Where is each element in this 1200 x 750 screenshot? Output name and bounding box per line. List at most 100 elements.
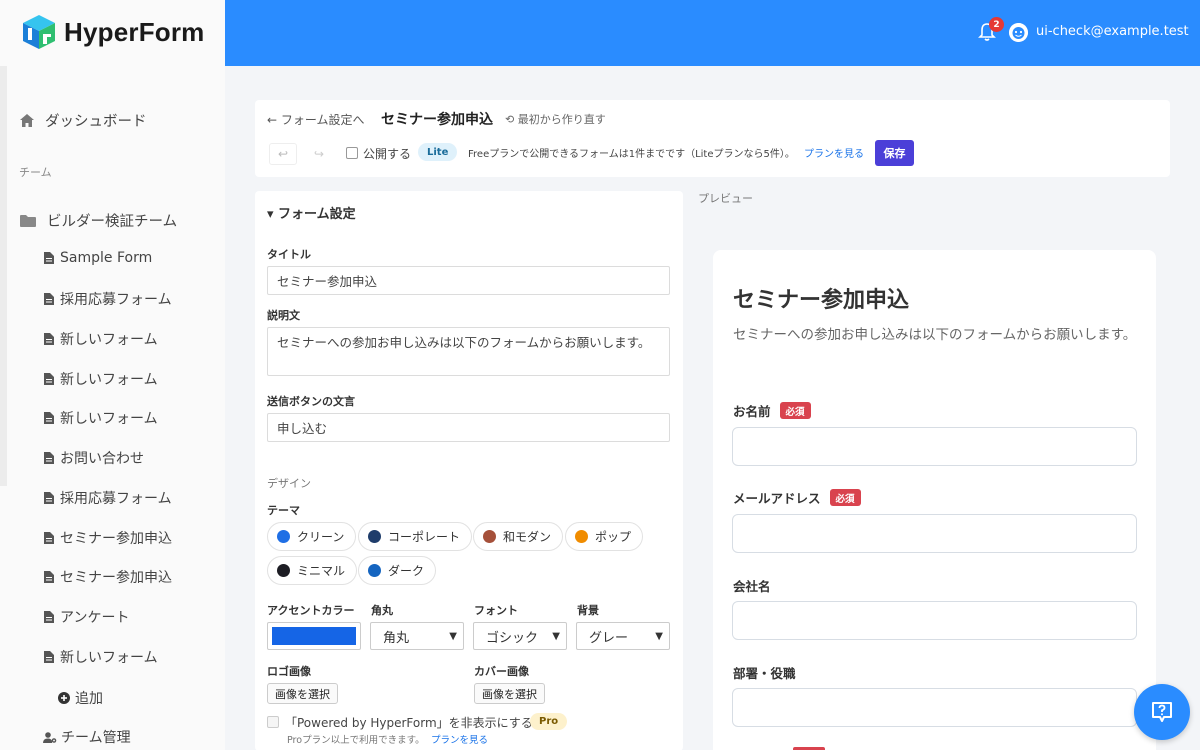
restart-link[interactable]: ⟲ 最初から作り直す — [505, 111, 606, 127]
radius-label: 角丸 — [371, 604, 393, 617]
page-title: セミナー参加申込 — [381, 112, 493, 128]
required-badge: 必須 — [779, 402, 811, 419]
pro-plans-link[interactable]: プランを見る — [431, 732, 488, 746]
sidebar-item-form[interactable]: アンケート — [44, 607, 129, 627]
theme-chip-clean[interactable]: クリーン — [267, 522, 357, 551]
document-icon — [44, 452, 54, 464]
preview-field-label: 部署・役職 — [733, 663, 796, 682]
preview-title: セミナー参加申込 — [733, 288, 910, 313]
accent-color-label: アクセントカラー — [267, 604, 355, 617]
preview-company-input[interactable] — [732, 601, 1137, 640]
description-label: 説明文 — [267, 309, 300, 322]
sidebar-item-label: お問い合わせ — [60, 451, 144, 467]
publish-checkbox[interactable] — [346, 147, 358, 159]
theme-chip-minimal[interactable]: ミニマル — [267, 556, 358, 585]
field-name: メールアドレス — [733, 491, 821, 506]
theme-chip-pop[interactable]: ポップ — [565, 522, 644, 551]
sidebar-item-form[interactable]: お問い合わせ — [44, 448, 144, 468]
pro-badge: Pro — [530, 713, 568, 730]
sidebar-item-team[interactable]: ビルダー検証チーム — [19, 210, 177, 231]
theme-chip-dark[interactable]: ダーク — [358, 556, 437, 585]
pro-note: Proプラン以上で利用できます。 — [287, 735, 425, 746]
preview-email-input[interactable] — [732, 514, 1137, 553]
sidebar-item-label: セミナー参加申込 — [60, 531, 172, 547]
preview-department-input[interactable] — [732, 688, 1137, 727]
sidebar-item-form[interactable]: 新しいフォーム — [44, 329, 158, 349]
sidebar-item-label: 新しいフォーム — [60, 411, 158, 427]
cover-select-button[interactable]: 画像を選択 — [474, 683, 545, 704]
submit-text-label: 送信ボタンの文言 — [267, 395, 355, 408]
plan-badge: Lite — [418, 143, 458, 161]
logo-select-button[interactable]: 画像を選択 — [267, 683, 338, 704]
hyperform-logo-icon — [23, 15, 55, 49]
radius-select-value: 角丸 — [383, 630, 410, 646]
publish-label[interactable]: 公開する — [363, 145, 411, 162]
submit-text-input[interactable]: 申し込む — [267, 413, 670, 442]
description-textarea[interactable]: セミナーへの参加お申し込みは以下のフォームからお願いします。 — [267, 327, 670, 376]
user-avatar-icon[interactable] — [1009, 23, 1028, 42]
theme-color-dot — [368, 530, 381, 543]
document-icon — [44, 412, 54, 424]
document-icon — [44, 293, 54, 305]
sidebar-item-label: ビルダー検証チーム — [47, 214, 178, 230]
field-name: 会社名 — [733, 579, 771, 594]
title-input[interactable]: セミナー参加申込 — [267, 266, 670, 295]
document-icon — [44, 252, 54, 264]
sidebar-item-dashboard[interactable]: ダッシュボード — [19, 110, 147, 131]
sidebar-item-form[interactable]: 新しいフォーム — [44, 647, 158, 667]
plan-note: Freeプランで公開できるフォームは1件までです（Liteプランなら5件）。 — [468, 149, 795, 160]
notification-badge: 2 — [989, 17, 1004, 32]
save-button[interactable]: 保存 — [875, 140, 914, 166]
brand-name: HyperForm — [64, 16, 205, 47]
sidebar-item-form[interactable]: セミナー参加申込 — [44, 528, 172, 548]
sidebar-item-label: アンケート — [60, 610, 130, 626]
preview-field-label: お名前 必須 — [733, 401, 811, 420]
theme-name: 和モダン — [503, 530, 552, 544]
document-icon — [44, 571, 54, 583]
chevron-down-icon: ▼ — [552, 630, 560, 642]
back-to-settings-link[interactable]: ← フォーム設定へ — [267, 111, 365, 128]
sidebar-item-form[interactable]: Sample Form — [44, 250, 152, 266]
document-icon — [44, 492, 54, 504]
help-button[interactable] — [1134, 684, 1190, 740]
home-icon — [20, 114, 34, 127]
preview-description: セミナーへの参加お申し込みは以下のフォームからお願いします。 — [733, 327, 1137, 343]
view-plans-link[interactable]: プランを見る — [804, 145, 864, 160]
theme-name: クリーン — [297, 530, 345, 544]
background-select[interactable]: グレー ▼ — [576, 622, 670, 650]
hide-powered-by-label: 「Powered by HyperForm」を非表示にする — [285, 716, 533, 730]
sidebar-item-label: 採用応募フォーム — [60, 292, 172, 308]
theme-chip-corporate[interactable]: コーポレート — [358, 522, 473, 551]
sidebar-add-form[interactable]: 追加 — [58, 688, 103, 708]
theme-label: テーマ — [267, 504, 300, 517]
document-icon — [44, 532, 54, 544]
preview-name-input[interactable] — [732, 427, 1137, 466]
brand-logo[interactable]: HyperForm — [22, 14, 205, 50]
design-section-label: デザイン — [267, 477, 311, 490]
undo-button[interactable]: ↩ — [269, 143, 297, 165]
sidebar-item-form[interactable]: セミナー参加申込 — [44, 567, 172, 587]
sidebar-item-form[interactable]: 採用応募フォーム — [44, 488, 172, 508]
form-settings-toggle[interactable]: ▾ フォーム設定 — [267, 203, 356, 222]
chevron-down-icon: ▼ — [655, 630, 663, 642]
theme-chip-wa-modern[interactable]: 和モダン — [473, 522, 564, 551]
sidebar-item-form[interactable]: 新しいフォーム — [44, 408, 158, 428]
builder-toolbar: ← フォーム設定へ セミナー参加申込 ⟲ 最初から作り直す ↩ ↪ 公開する L… — [255, 100, 1170, 177]
sidebar-item-label: 追加 — [75, 691, 103, 707]
user-email[interactable]: ui-check@example.test — [1036, 24, 1189, 39]
sidebar-scrollbar[interactable] — [0, 66, 7, 486]
sidebar-item-team-manage[interactable]: チーム管理 — [43, 727, 131, 747]
hide-powered-by-checkbox[interactable] — [267, 716, 279, 728]
theme-name: ポップ — [595, 530, 632, 544]
theme-color-dot — [277, 564, 290, 577]
sidebar-item-form[interactable]: 採用応募フォーム — [44, 289, 172, 309]
radius-select[interactable]: 角丸 ▼ — [370, 622, 464, 650]
accent-color-picker[interactable] — [267, 622, 361, 650]
cover-image-label: カバー画像 — [474, 665, 529, 678]
redo-button[interactable]: ↪ — [305, 143, 333, 165]
document-icon — [44, 651, 54, 663]
sidebar-item-form[interactable]: 新しいフォーム — [44, 369, 158, 389]
sidebar-item-label: 新しいフォーム — [60, 650, 158, 666]
font-select[interactable]: ゴシック ▼ — [473, 622, 567, 650]
preview-label: プレビュー — [698, 192, 753, 205]
